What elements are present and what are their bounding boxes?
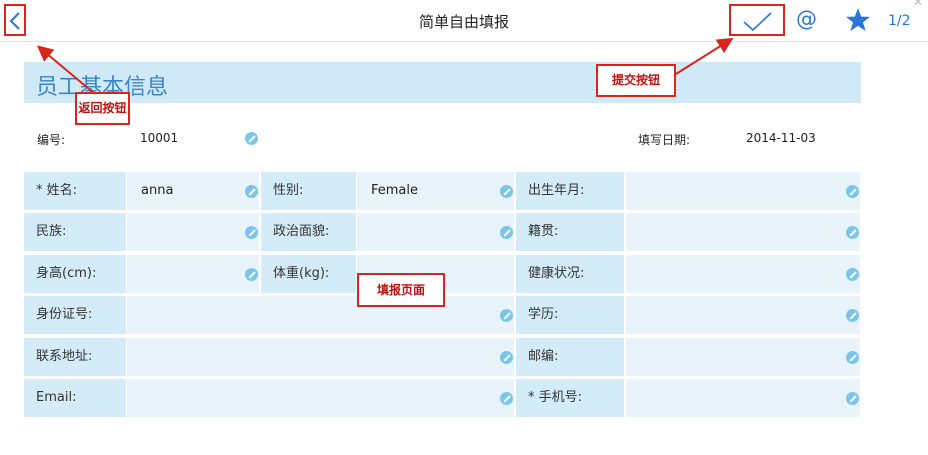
arrow-to-submit [675,37,734,75]
arrow-to-back [36,45,96,95]
annotation-arrows [36,37,734,95]
